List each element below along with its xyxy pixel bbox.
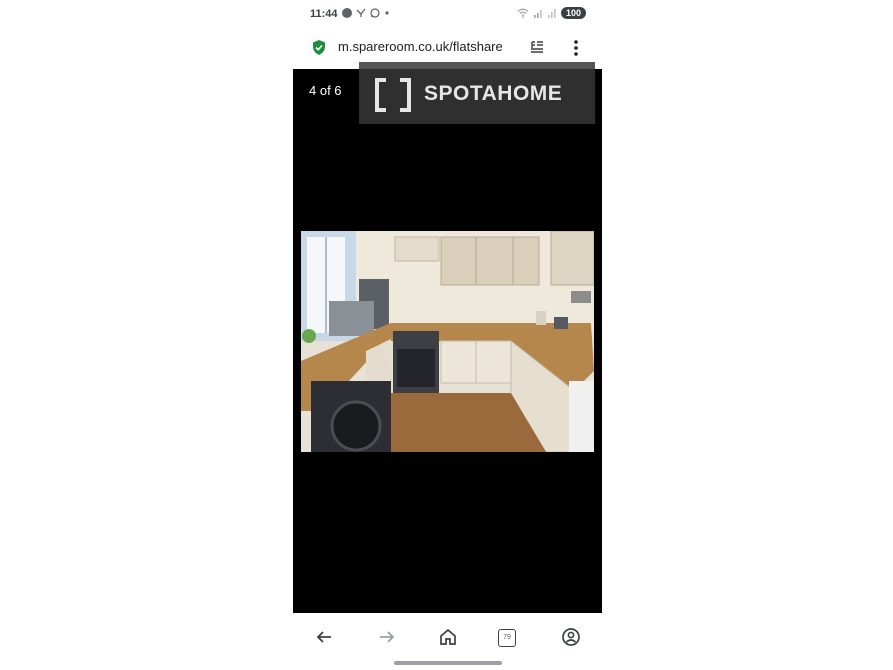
notification-icon	[342, 8, 352, 18]
spotahome-watermark: SPOTAHOME	[359, 62, 595, 124]
home-icon[interactable]	[436, 625, 460, 649]
status-system-icons: 100	[517, 7, 586, 19]
browser-bottom-nav: 79	[293, 613, 602, 670]
tabs-icon[interactable]: 79	[498, 629, 516, 647]
signal-icon-2	[547, 9, 556, 18]
status-notification-icons	[342, 8, 390, 18]
phone-screen: 11:44 100 m.spareroom.co.uk/flatshare 4 …	[293, 0, 602, 670]
whatsapp-icon	[370, 8, 380, 18]
secure-shield-icon[interactable]	[311, 39, 327, 56]
reader-mode-icon[interactable]	[529, 39, 545, 55]
wifi-icon	[517, 8, 529, 18]
signal-icon	[533, 10, 542, 18]
spotahome-logo-text: SPOTAHOME	[424, 82, 563, 105]
status-bar: 11:44 100	[293, 0, 602, 28]
image-viewer[interactable]: 4 of 6 SPOTAHOME	[293, 62, 602, 613]
spotahome-logo-icon	[375, 78, 411, 112]
gesture-bar[interactable]	[394, 661, 502, 665]
dot-icon	[385, 11, 389, 15]
image-counter: 4 of 6	[309, 83, 342, 98]
account-icon[interactable]	[559, 625, 583, 649]
more-menu-icon[interactable]	[567, 38, 585, 58]
battery-icon: 100	[560, 7, 586, 19]
url-text[interactable]: m.spareroom.co.uk/flatshare	[338, 39, 518, 54]
forward-icon[interactable]	[375, 625, 399, 649]
twitter-icon	[356, 8, 366, 17]
tab-count: 79	[503, 634, 511, 641]
back-icon[interactable]	[312, 625, 336, 649]
status-time: 11:44	[310, 8, 338, 20]
kitchen-photo[interactable]	[301, 231, 594, 452]
